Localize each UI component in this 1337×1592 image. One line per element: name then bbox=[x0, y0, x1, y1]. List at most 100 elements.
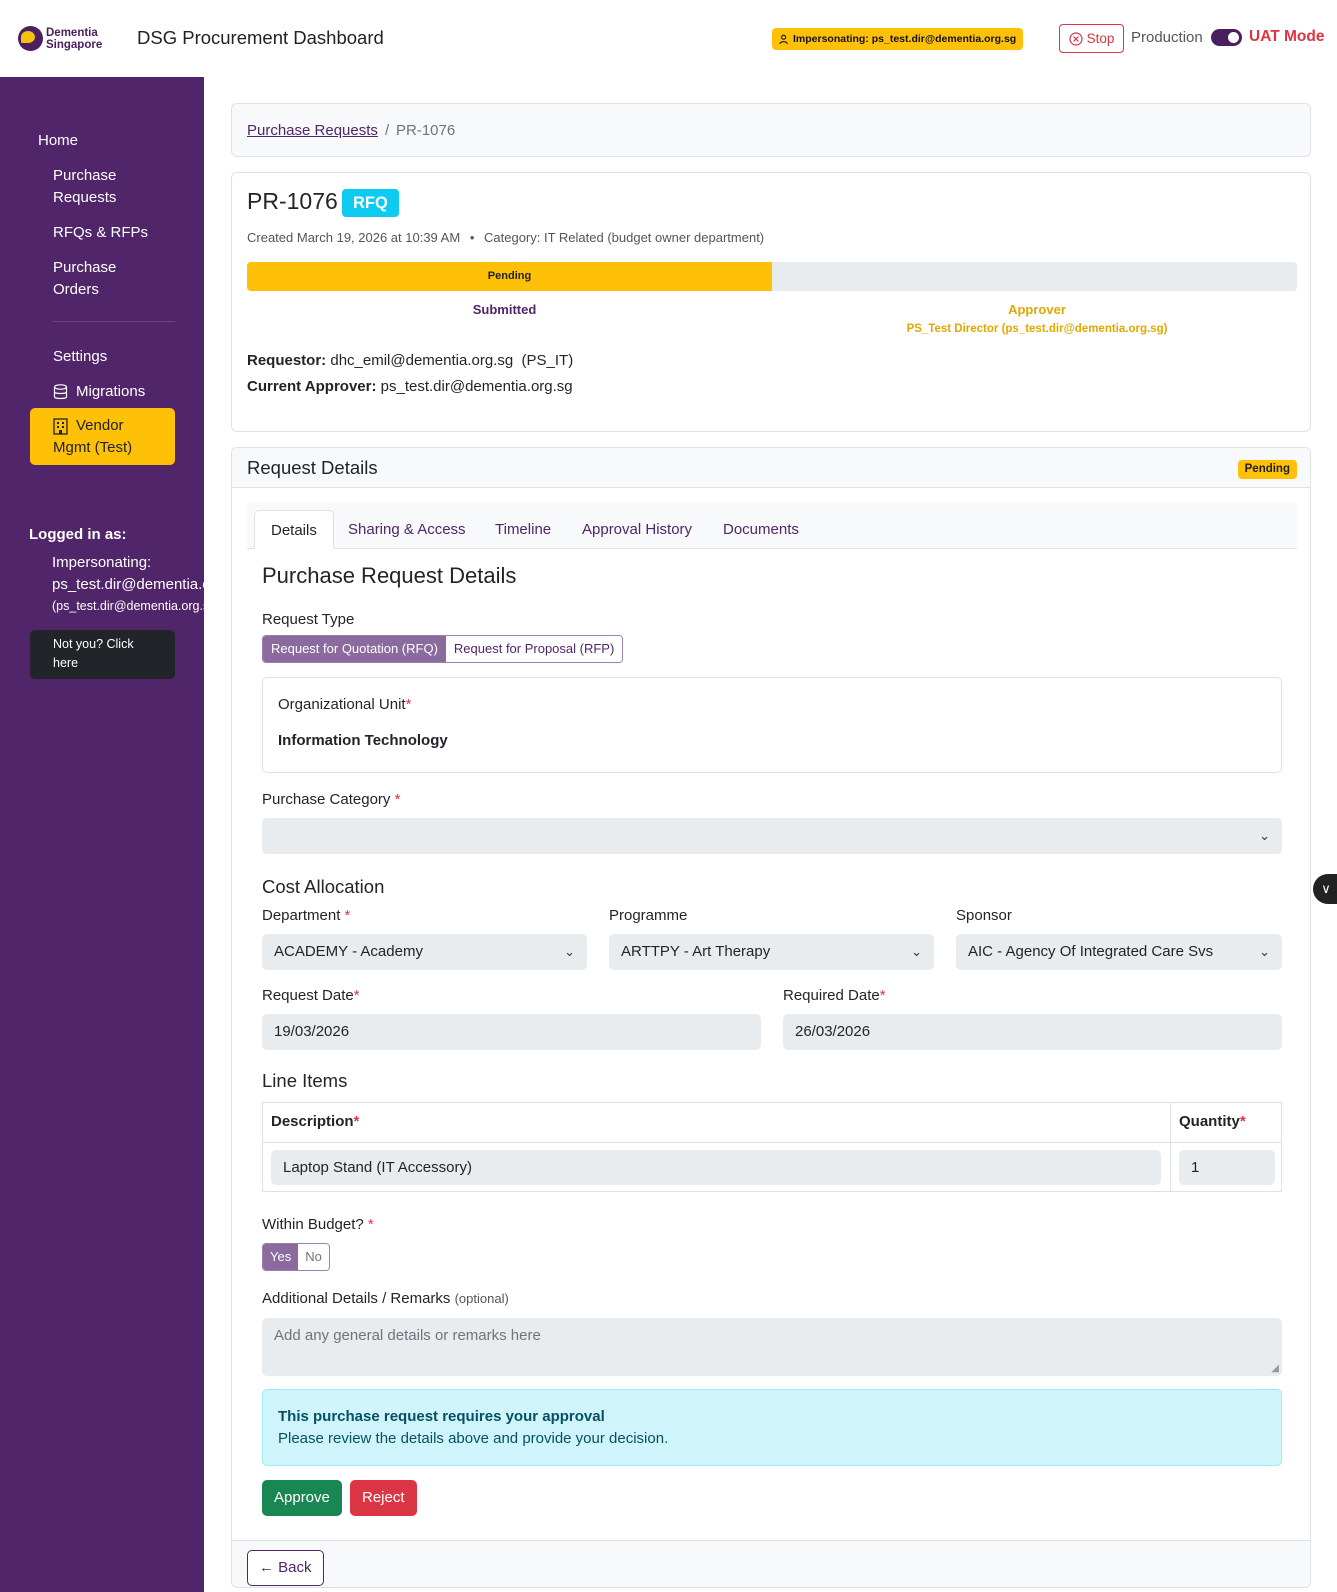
request-details-title: Request Details bbox=[247, 457, 378, 478]
logged-in-title: Logged in as: bbox=[29, 526, 127, 543]
impersonating-label: Impersonating: bbox=[52, 554, 152, 571]
logo-line-1: Dementia bbox=[46, 26, 98, 39]
sidebar-item-purchase-requests[interactable]: Purchase Requests bbox=[53, 165, 116, 209]
tab-sharing-access[interactable]: Sharing & Access bbox=[332, 510, 482, 549]
request-type-toggle: Request for Quotation (RFQ) Request for … bbox=[262, 635, 624, 663]
sidebar-item-rfqs[interactable]: RFQs & RFPs bbox=[53, 222, 148, 244]
logo-icon bbox=[18, 26, 43, 51]
chevron-down-icon: ⌄ bbox=[1259, 944, 1270, 959]
impersonating-user-sub: (ps_test.dir@dementia.org.sg) bbox=[52, 599, 204, 613]
org-unit-label: Organizational Unit* bbox=[278, 696, 412, 713]
breadcrumb-link-purchase-requests[interactable]: Purchase Requests bbox=[247, 122, 378, 139]
purchase-category-label: Purchase Category * bbox=[262, 791, 401, 808]
line-items-title: Line Items bbox=[262, 1070, 348, 1091]
production-label: Production bbox=[1131, 29, 1203, 46]
sidebar-item-vendor-mgmt[interactable]: Vendor Mgmt (Test) bbox=[30, 408, 175, 465]
chevron-down-icon: ⌄ bbox=[564, 944, 575, 959]
sidebar-divider bbox=[53, 321, 175, 322]
request-date-field[interactable]: 19/03/2026 bbox=[262, 1014, 761, 1050]
uat-mode-toggle[interactable] bbox=[1211, 29, 1242, 46]
required-date-field[interactable]: 26/03/2026 bbox=[783, 1014, 1282, 1050]
close-circle-icon bbox=[1069, 31, 1083, 46]
sidebar-item-purchase-orders[interactable]: Purchase Orders bbox=[53, 257, 116, 301]
stop-impersonating-button[interactable]: Stop bbox=[1059, 24, 1124, 53]
alert-title: This purchase request requires your appr… bbox=[278, 1408, 605, 1425]
current-approver-row: Current Approver: ps_test.dir@dementia.o… bbox=[247, 378, 573, 395]
approval-progress-bar: Pending bbox=[247, 262, 1297, 291]
chevron-down-icon: ⌄ bbox=[911, 944, 922, 959]
details-footer: ← Back bbox=[232, 1540, 1310, 1587]
department-select[interactable]: ACADEMY - Academy ⌄ bbox=[262, 934, 587, 970]
impersonating-badge: Impersonating: ps_test.dir@dementia.org.… bbox=[772, 28, 1024, 50]
reject-button[interactable]: Reject bbox=[350, 1480, 417, 1516]
progress-label: Pending bbox=[487, 270, 532, 282]
table-header-row: Description* Quantity* bbox=[263, 1103, 1281, 1143]
line-item-quantity-input[interactable]: 1 bbox=[1179, 1150, 1275, 1185]
within-budget-toggle: Yes No bbox=[262, 1243, 330, 1271]
resize-grip-icon[interactable]: ◢ bbox=[1271, 1363, 1279, 1374]
request-type-label: Request Type bbox=[262, 611, 355, 628]
details-tabs: Details Sharing & Access Timeline Approv… bbox=[247, 502, 1297, 549]
sidebar-item-home[interactable]: Home bbox=[38, 130, 78, 152]
step-submitted: Submitted bbox=[472, 302, 537, 317]
request-type-rfp[interactable]: Request for Proposal (RFP) bbox=[445, 636, 623, 662]
pr-meta: Created March 19, 2026 at 10:39 AM • Cat… bbox=[247, 230, 765, 245]
floating-tab[interactable]: ∨ bbox=[1313, 874, 1337, 904]
line-items-table: Description* Quantity* Laptop Stand (IT … bbox=[262, 1102, 1282, 1192]
logo-line-2: Singapore bbox=[46, 38, 103, 51]
tab-details[interactable]: Details bbox=[254, 510, 334, 549]
step-approver: Approver bbox=[1008, 302, 1066, 317]
request-details-card: Request Details Pending Details Sharing … bbox=[231, 447, 1311, 1588]
tab-timeline[interactable]: Timeline bbox=[479, 510, 567, 549]
not-you-button[interactable]: Not you? Click here bbox=[30, 630, 175, 679]
within-budget-label: Within Budget? * bbox=[262, 1216, 374, 1233]
breadcrumb: Purchase Requests / PR-1076 bbox=[231, 103, 1311, 157]
stop-label: Stop bbox=[1086, 31, 1115, 46]
sidebar-item-settings[interactable]: Settings bbox=[53, 346, 107, 368]
line-item-description-input[interactable]: Laptop Stand (IT Accessory) bbox=[271, 1150, 1161, 1185]
department-label: Department * bbox=[262, 907, 351, 924]
sidebar-item-migrations[interactable]: Migrations bbox=[53, 381, 145, 403]
remarks-label: Additional Details / Remarks (optional) bbox=[262, 1290, 509, 1307]
org-unit-value: Information Technology bbox=[278, 732, 448, 749]
back-button[interactable]: ← Back bbox=[247, 1550, 324, 1586]
within-budget-yes[interactable]: Yes bbox=[263, 1244, 299, 1270]
uat-mode-label: UAT Mode bbox=[1249, 28, 1325, 45]
sponsor-label: Sponsor bbox=[956, 907, 1012, 924]
requestor-row: Requestor: dhc_emil@dementia.org.sg (PS_… bbox=[247, 352, 574, 369]
within-budget-no[interactable]: No bbox=[298, 1244, 329, 1270]
impersonating-user: ps_test.dir@dementia.org.sg bbox=[52, 576, 204, 593]
logo[interactable]: Dementia Singapore bbox=[18, 26, 102, 51]
user-swap-icon bbox=[779, 34, 788, 44]
database-icon bbox=[53, 384, 68, 400]
type-badge: RFQ bbox=[342, 189, 399, 217]
programme-label: Programme bbox=[609, 907, 688, 924]
request-date-label: Request Date* bbox=[262, 987, 360, 1004]
step-approver-name: PS_Test Director (ps_test.dir@dementia.o… bbox=[906, 323, 1168, 335]
tab-documents[interactable]: Documents bbox=[707, 510, 815, 549]
status-badge: Pending bbox=[1237, 460, 1297, 479]
approval-alert: This purchase request requires your appr… bbox=[262, 1389, 1282, 1466]
section-title: Purchase Request Details bbox=[262, 563, 517, 588]
sidebar: Home Purchase Requests RFQs & RFPs Purch… bbox=[0, 77, 204, 1592]
app-title: DSG Procurement Dashboard bbox=[137, 27, 384, 48]
request-type-rfq[interactable]: Request for Quotation (RFQ) bbox=[263, 636, 446, 662]
remarks-textarea[interactable]: Add any general details or remarks here … bbox=[262, 1318, 1282, 1376]
alert-body: Please review the details above and prov… bbox=[278, 1430, 669, 1447]
page-title: PR-1076 bbox=[247, 188, 338, 214]
building-icon bbox=[53, 417, 68, 435]
top-header: Dementia Singapore DSG Procurement Dashb… bbox=[0, 0, 1337, 77]
tab-approval-history[interactable]: Approval History bbox=[566, 510, 708, 549]
impersonating-text: Impersonating: ps_test.dir@dementia.org.… bbox=[793, 33, 1017, 45]
request-details-header: Request Details Pending bbox=[232, 448, 1310, 488]
chevron-down-icon: ∨ bbox=[1321, 881, 1331, 896]
breadcrumb-current: PR-1076 bbox=[396, 122, 456, 139]
purchase-category-select[interactable]: ⌄ bbox=[262, 818, 1282, 854]
col-quantity: Quantity* bbox=[1179, 1113, 1246, 1130]
sponsor-select[interactable]: AIC - Agency Of Integrated Care Svs ⌄ bbox=[956, 934, 1282, 970]
required-date-label: Required Date* bbox=[783, 987, 886, 1004]
programme-select[interactable]: ARTTPY - Art Therapy ⌄ bbox=[609, 934, 934, 970]
cost-allocation-title: Cost Allocation bbox=[262, 876, 385, 897]
pr-summary-card: PR-1076 RFQ Created March 19, 2026 at 10… bbox=[231, 172, 1311, 432]
approve-button[interactable]: Approve bbox=[262, 1480, 342, 1516]
